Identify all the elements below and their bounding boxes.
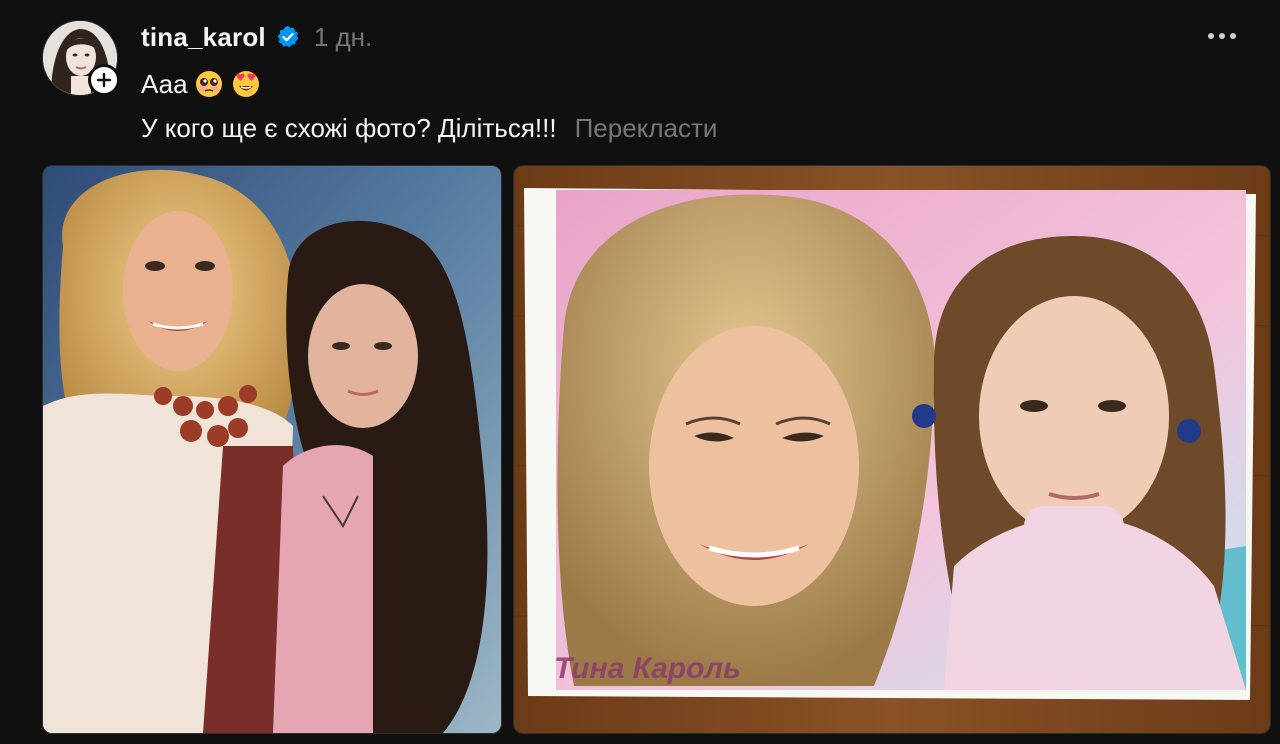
avatar-container[interactable] (42, 20, 120, 96)
more-options-icon[interactable] (1200, 22, 1244, 50)
photo-caption: Тина Кароль (554, 652, 741, 685)
translate-link[interactable]: Перекласти (575, 113, 718, 144)
post-header: tina_karol 1 дн. (141, 19, 372, 55)
follow-button[interactable] (88, 64, 120, 96)
post-timestamp[interactable]: 1 дн. (314, 22, 372, 53)
post-photo-2[interactable]: Тина Кароль (513, 165, 1271, 734)
post: tina_karol 1 дн. Ааа У кого ще є схожі ф… (0, 0, 1280, 744)
heart-eyes-emoji-icon (230, 69, 262, 99)
post-photo-1[interactable] (42, 165, 502, 734)
username[interactable]: tina_karol (141, 22, 266, 53)
verified-badge-icon (276, 25, 300, 49)
post-text-aaa: Ааа (141, 68, 188, 99)
post-text-line1: Ааа (141, 66, 262, 102)
post-text-line2: У кого ще є схожі фото? Діліться!!! Пере… (141, 110, 717, 146)
post-question-text: У кого ще є схожі фото? Діліться!!! (141, 112, 557, 143)
pleading-face-emoji-icon (194, 69, 224, 99)
plus-icon (96, 72, 112, 88)
